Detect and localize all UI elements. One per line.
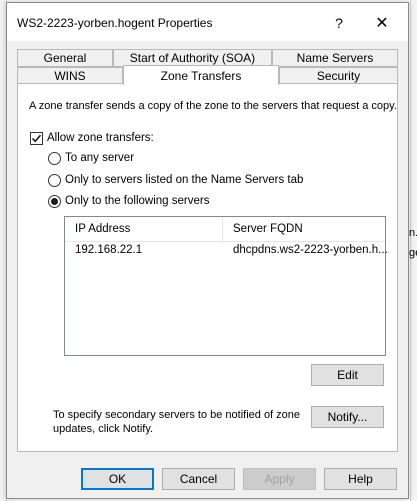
window-title: WS2-2223-yorben.hogent Properties	[17, 16, 213, 30]
edit-button[interactable]: Edit	[311, 364, 384, 386]
allow-zone-transfers-label: Allow zone transfers:	[47, 132, 154, 144]
radio-name-servers-tab[interactable]	[48, 174, 61, 187]
cancel-button[interactable]: Cancel	[162, 468, 235, 490]
notify-instructions: To specify secondary servers to be notif…	[53, 408, 303, 436]
tab-general[interactable]: General	[17, 49, 113, 67]
help-button[interactable]: Help	[324, 468, 397, 490]
allow-zone-transfers-checkbox[interactable]	[30, 132, 43, 145]
column-divider[interactable]	[222, 217, 223, 241]
background-fragment: ge	[409, 247, 417, 259]
notify-button[interactable]: Notify...	[311, 406, 384, 428]
zone-transfer-description: A zone transfer sends a copy of the zone…	[29, 100, 397, 112]
radio-any-server-label: To any server	[65, 152, 135, 164]
server-list-header: IP Address Server FQDN	[65, 217, 385, 242]
tab-zone-transfers[interactable]: Zone Transfers	[123, 65, 279, 85]
notify-instructions-line: To specify secondary servers to be notif…	[53, 409, 301, 421]
close-icon[interactable]: ✕	[368, 11, 396, 35]
server-list[interactable]: IP Address Server FQDN 192.168.22.1 dhcp…	[64, 216, 388, 356]
radio-selected-dot	[51, 198, 58, 205]
apply-button[interactable]: Apply	[243, 468, 316, 490]
zone-transfers-panel: A zone transfer sends a copy of the zone…	[17, 83, 398, 452]
column-ip-address[interactable]: IP Address	[75, 223, 130, 235]
radio-any-server[interactable]	[48, 152, 61, 165]
radio-following-servers[interactable]	[48, 195, 61, 208]
cell-server-fqdn: dhcpdns.ws2-2223-yorben.h...	[233, 244, 388, 256]
radio-following-servers-label: Only to the following servers	[65, 195, 210, 207]
column-server-fqdn[interactable]: Server FQDN	[233, 223, 303, 235]
server-list-row[interactable]: 192.168.22.1 dhcpdns.ws2-2223-yorben.h..…	[65, 241, 388, 261]
background-fragment: n..	[409, 227, 417, 239]
radio-name-servers-tab-label: Only to servers listed on the Name Serve…	[65, 174, 304, 186]
checkmark-icon	[31, 134, 42, 143]
cell-ip-address: 192.168.22.1	[75, 244, 143, 256]
title-bar: WS2-2223-yorben.hogent Properties ? ✕	[7, 3, 408, 41]
properties-dialog: WS2-2223-yorben.hogent Properties ? ✕ Ge…	[6, 2, 409, 499]
help-icon[interactable]: ?	[325, 11, 353, 35]
notify-instructions-line: updates, click Notify.	[53, 423, 154, 435]
ok-button[interactable]: OK	[81, 468, 154, 490]
tab-name-servers[interactable]: Name Servers	[272, 49, 398, 67]
